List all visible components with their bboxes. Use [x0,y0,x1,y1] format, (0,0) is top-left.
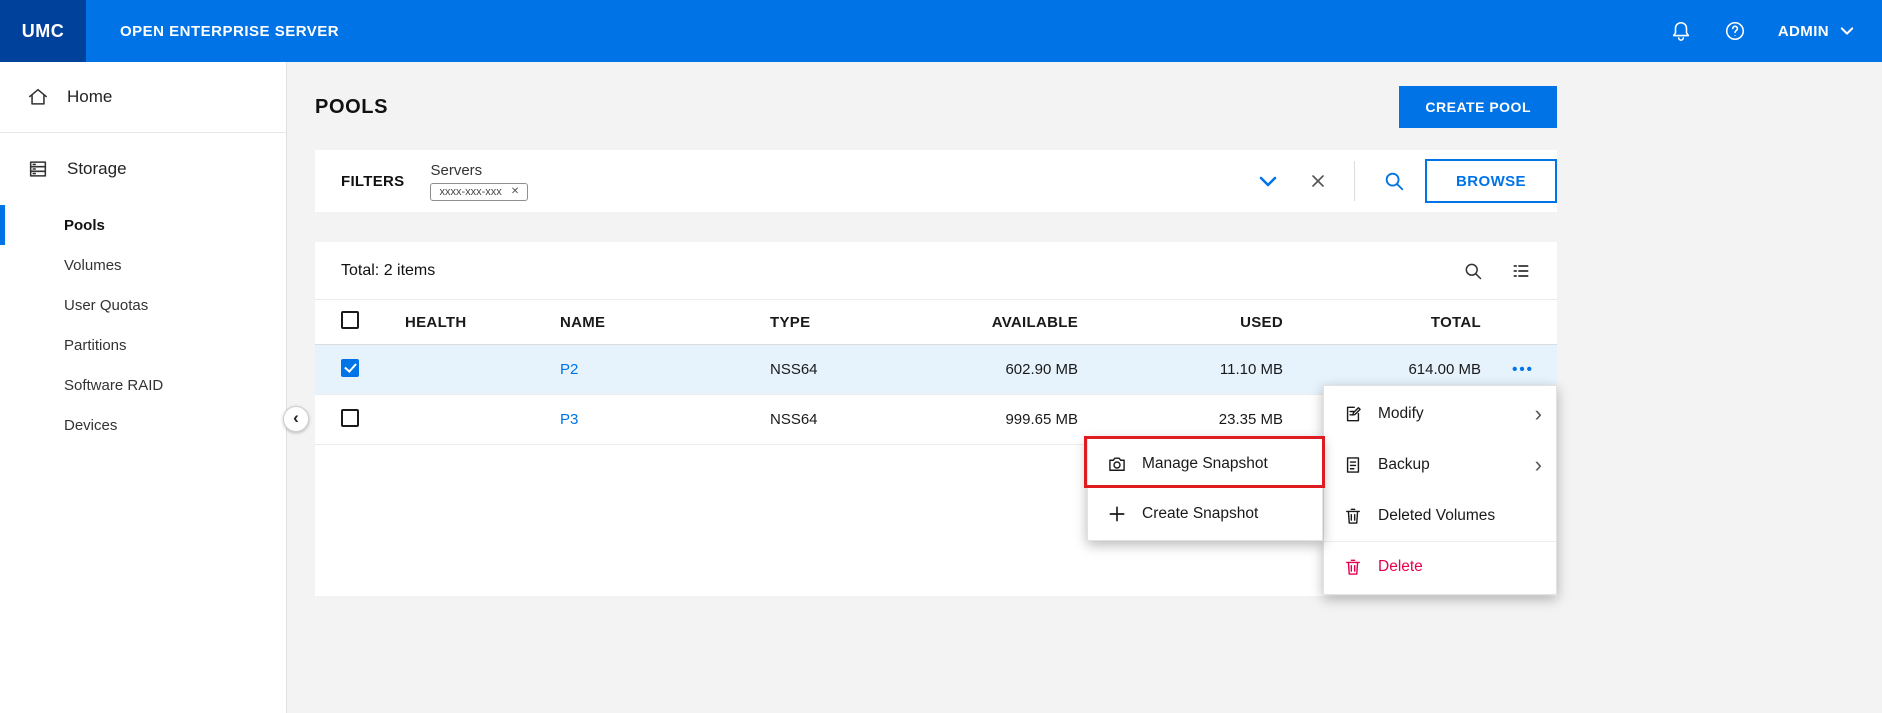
chip-remove-icon[interactable]: ✕ [511,186,519,197]
trash-icon [1343,506,1363,526]
main-content: POOLS CREATE POOL FILTERS Servers xxxx-x… [287,62,1882,713]
row-actions-ellipsis[interactable]: ••• [1489,361,1557,378]
select-all-checkbox[interactable] [341,311,359,329]
sidebar-item-home[interactable]: Home [0,62,286,133]
column-header-type: TYPE [744,314,894,331]
sidebar-item-label: Pools [64,217,105,234]
sidebar-item-volumes[interactable]: Volumes [0,245,286,285]
pool-used: 23.35 MB [1084,411,1289,428]
page-title: POOLS [315,96,388,119]
pool-available: 999.65 MB [894,411,1084,428]
backup-icon [1343,455,1363,475]
menu-item-create-snapshot[interactable]: Create Snapshot [1088,489,1322,539]
sidebar-collapse-button[interactable]: ‹ [283,406,309,432]
table-toolbar-icons [1463,261,1531,281]
table-header-row: HEALTH NAME TYPE AVAILABLE USED TOTAL [315,300,1557,345]
row-checkbox[interactable] [341,359,359,377]
sidebar-item-label: Software RAID [64,377,163,394]
sidebar-item-label: Devices [64,417,117,434]
sidebar-item-label: Storage [67,159,127,179]
help-icon[interactable] [1724,20,1746,42]
pool-total: 614.00 MB [1289,361,1489,378]
sidebar-item-user-quotas[interactable]: User Quotas [0,285,286,325]
column-header-total: TOTAL [1289,314,1489,331]
menu-item-delete[interactable]: Delete [1324,541,1556,592]
servers-filter-label: Servers [430,162,528,179]
product-title: OPEN ENTERPRISE SERVER [120,23,339,40]
menu-item-label: Manage Snapshot [1142,455,1268,473]
menu-item-label: Deleted Volumes [1378,507,1495,525]
sidebar-item-label: Home [67,87,112,107]
clear-filters-icon[interactable] [1308,171,1328,191]
create-pool-button[interactable]: CREATE POOL [1399,86,1557,128]
pool-used: 11.10 MB [1084,361,1289,378]
divider [1354,161,1355,201]
pool-name-link[interactable]: P2 [560,361,578,378]
menu-item-label: Backup [1378,456,1430,474]
servers-filter-field: Servers xxxx-xxx-xxx ✕ [430,162,528,201]
storage-icon [27,158,49,180]
menu-item-label: Delete [1378,558,1423,576]
plus-icon [1107,504,1127,524]
pool-type: NSS64 [744,361,894,378]
pool-available: 602.90 MB [894,361,1084,378]
row-checkbox[interactable] [341,409,359,427]
user-menu[interactable]: ADMIN [1778,22,1856,40]
filters-label: FILTERS [341,173,404,190]
topbar-actions: ADMIN [1670,20,1882,42]
column-header-name: NAME [534,314,744,331]
umc-logo[interactable]: UMC [0,0,86,62]
pool-name-link[interactable]: P3 [560,411,578,428]
expand-filters-chevron-icon[interactable] [1256,169,1280,193]
home-icon [27,86,49,108]
chevron-down-icon [1838,22,1856,40]
user-name: ADMIN [1778,23,1829,40]
menu-item-deleted-volumes[interactable]: Deleted Volumes [1324,490,1556,541]
sidebar-item-label: Volumes [64,257,122,274]
total-count: Total: 2 items [341,262,435,280]
sidebar-item-devices[interactable]: Devices [0,405,286,445]
page-header: POOLS CREATE POOL [315,86,1557,128]
table-toolbar: Total: 2 items [315,242,1557,300]
filters-actions: BROWSE [1256,159,1557,203]
list-view-icon[interactable] [1511,261,1531,281]
row-context-menu: Modify › Backup › Deleted Volumes [1323,385,1557,595]
pool-type: NSS64 [744,411,894,428]
server-filter-chip[interactable]: xxxx-xxx-xxx ✕ [430,183,528,201]
column-header-used: USED [1084,314,1289,331]
sidebar: Home Storage Pools Volumes User Quotas [0,62,287,713]
chevron-right-icon: › [1535,403,1542,425]
search-icon[interactable] [1383,170,1405,192]
sidebar-item-label: User Quotas [64,297,148,314]
snapshot-submenu: Manage Snapshot Create Snapshot [1087,437,1323,541]
sidebar-item-storage[interactable]: Storage [0,133,286,205]
chevron-right-icon: › [1535,454,1542,476]
chip-label: xxxx-xxx-xxx [439,186,501,198]
column-header-health: HEALTH [379,314,534,331]
menu-item-backup[interactable]: Backup › [1324,439,1556,490]
topbar: UMC OPEN ENTERPRISE SERVER ADMIN [0,0,1882,62]
table-search-icon[interactable] [1463,261,1483,281]
notifications-bell-icon[interactable] [1670,20,1692,42]
storage-subnav: Pools Volumes User Quotas Partitions Sof… [0,205,286,445]
sidebar-item-pools[interactable]: Pools [0,205,286,245]
menu-item-label: Create Snapshot [1142,505,1258,523]
filters-bar: FILTERS Servers xxxx-xxx-xxx ✕ [315,150,1557,212]
modify-icon [1343,404,1363,424]
column-header-available: AVAILABLE [894,314,1084,331]
browse-button[interactable]: BROWSE [1425,159,1557,203]
menu-item-manage-snapshot[interactable]: Manage Snapshot [1088,439,1322,489]
menu-item-modify[interactable]: Modify › [1324,388,1556,439]
sidebar-item-partitions[interactable]: Partitions [0,325,286,365]
trash-icon [1343,557,1363,577]
camera-icon [1107,454,1127,474]
menu-item-label: Modify [1378,405,1424,423]
sidebar-item-software-raid[interactable]: Software RAID [0,365,286,405]
sidebar-item-label: Partitions [64,337,127,354]
